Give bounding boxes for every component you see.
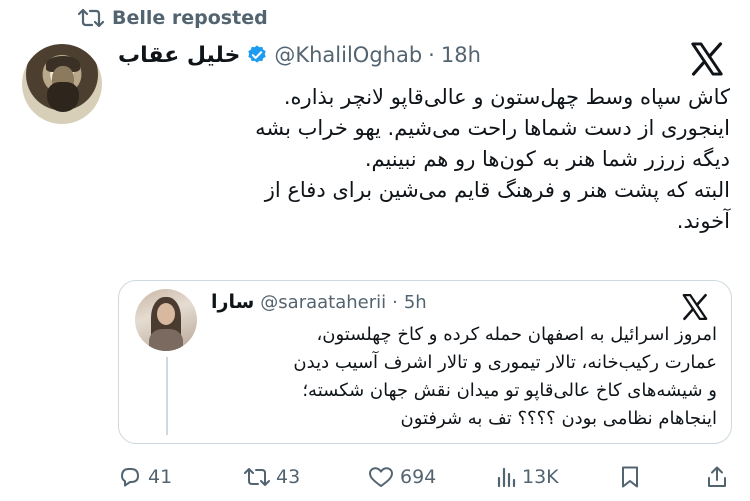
tweet-time[interactable]: 18h xyxy=(441,43,481,67)
reply-button[interactable]: 41 xyxy=(118,460,172,494)
x-logo-icon xyxy=(691,42,723,76)
quote-x-logo-icon xyxy=(682,293,708,321)
tweet-text: کاش سپاه وسط چهل‌ستون و عالی‌قاپو لانچر … xyxy=(118,82,730,237)
quote-author-name[interactable]: سارا xyxy=(211,291,254,313)
bookmark-button[interactable] xyxy=(620,460,640,494)
thread-line xyxy=(166,357,168,435)
share-button[interactable] xyxy=(706,460,728,494)
repost-label: Belle reposted xyxy=(112,7,268,29)
separator-dot: · xyxy=(392,291,398,313)
quote-time[interactable]: 5h xyxy=(404,292,427,313)
quote-text-line: و شیشه‌های کاخ عالی‌قاپو تو میدان نقش جه… xyxy=(302,380,717,401)
quote-text-line: عمارت رکیب‌خانه، تالار تیموری و تالار اش… xyxy=(293,352,717,373)
verified-badge-icon xyxy=(248,45,267,63)
repost-button[interactable]: 43 xyxy=(244,460,300,494)
quoted-tweet-card[interactable]: سارا @saraataherii · 5h امروز اسرائیل به… xyxy=(118,280,732,444)
heart-icon xyxy=(369,467,393,487)
reply-count: 41 xyxy=(148,466,173,488)
separator-dot: · xyxy=(428,43,435,67)
quote-author-handle[interactable]: @saraataherii xyxy=(260,292,386,313)
quote-text-line: اینجاهام نظامی بودن ؟؟؟؟ تف به شرفتون xyxy=(400,408,717,429)
view-count: 13K xyxy=(522,466,559,488)
repost-count: 43 xyxy=(276,466,301,488)
tweet-text-line: البته که پشت هنر و فرهنگ قایم می‌شین برا… xyxy=(264,178,730,202)
tweet-text-line: کاش سپاه وسط چهل‌ستون و عالی‌قاپو لانچر … xyxy=(283,85,730,109)
reply-icon xyxy=(121,468,139,487)
views-button[interactable]: 13K xyxy=(496,460,559,494)
quote-author-avatar[interactable] xyxy=(135,289,197,351)
action-bar: 41 43 694 13K xyxy=(0,460,750,494)
like-button[interactable]: 694 xyxy=(368,460,436,494)
like-count: 694 xyxy=(400,466,437,488)
bookmark-icon xyxy=(622,466,638,488)
author-name[interactable]: خلیل عقاب xyxy=(118,43,240,68)
analytics-icon xyxy=(497,467,516,488)
tweet-text-line: دیگه زرزر شما هنر به کون‌ها رو هم نبینیم… xyxy=(364,147,730,171)
tweet-header: خلیل عقاب @KhalilOghab · 18h xyxy=(118,38,481,72)
author-handle[interactable]: @KhalilOghab xyxy=(274,43,422,67)
quote-text-line: امروز اسرائیل به اصفهان حمله کرده و کاخ … xyxy=(316,324,717,345)
repost-indicator[interactable]: Belle reposted xyxy=(78,4,268,32)
tweet-text-line: اینجوری از دست شماها راحت می‌شیم. یهو خر… xyxy=(255,116,730,140)
quote-text: امروز اسرائیل به اصفهان حمله کرده و کاخ … xyxy=(211,321,717,433)
repost-icon xyxy=(78,8,104,28)
share-icon xyxy=(708,466,726,487)
quote-header: سارا @saraataherii · 5h xyxy=(211,287,427,317)
author-avatar[interactable] xyxy=(22,44,102,124)
repost-icon xyxy=(244,468,270,486)
tweet-text-line: آخوند. xyxy=(676,209,730,233)
